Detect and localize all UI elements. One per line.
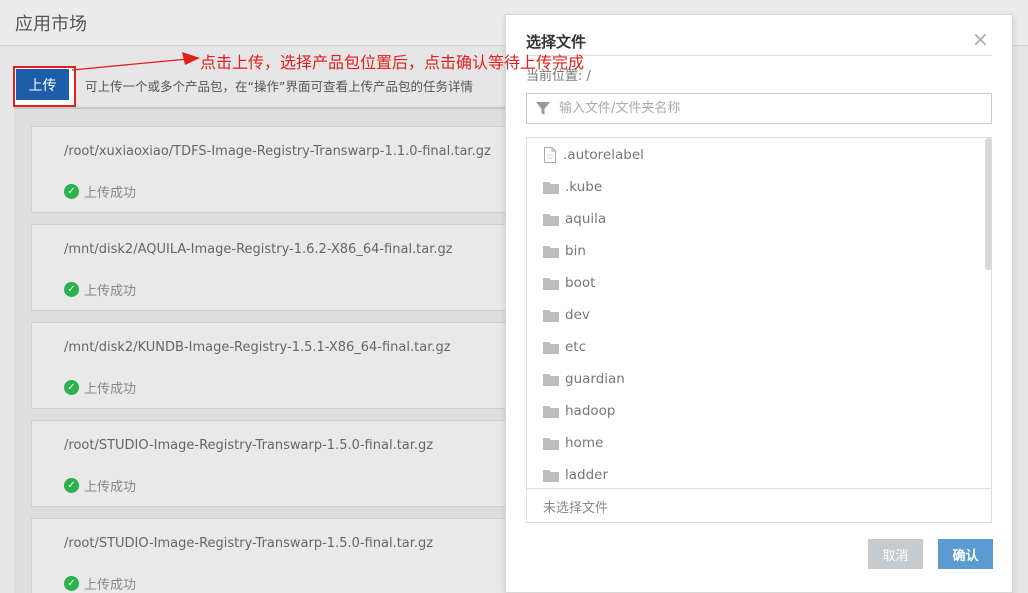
scrollbar-thumb[interactable]: [985, 138, 992, 270]
upload-status-label: 上传成功: [84, 284, 137, 299]
upload-card: /mnt/disk2/KUNDB-Image-Registry-1.5.1-X8…: [31, 322, 508, 409]
upload-button[interactable]: 上传: [16, 69, 69, 100]
filter-box: [526, 93, 992, 124]
file-item-bin[interactable]: bin: [543, 240, 586, 262]
file-item-aquila[interactable]: aquila: [543, 208, 606, 230]
selected-file-status: 未选择文件: [543, 501, 609, 516]
upload-card: /mnt/disk2/AQUILA-Image-Registry-1.6.2-X…: [31, 224, 508, 311]
folder-icon: [543, 214, 559, 226]
folder-icon: [543, 438, 559, 450]
dialog-header-divider: [526, 55, 992, 56]
file-item-boot[interactable]: boot: [543, 272, 595, 294]
upload-status: ✓ 上传成功: [64, 280, 136, 299]
file-name: dev: [565, 307, 590, 323]
file-item-autorelabel[interactable]: .autorelabel: [543, 144, 644, 166]
upload-path: /root/STUDIO-Image-Registry-Transwarp-1.…: [64, 536, 434, 551]
folder-icon: [543, 182, 559, 194]
file-item-hadoop[interactable]: hadoop: [543, 400, 616, 422]
folder-icon: [543, 278, 559, 290]
folder-icon: [543, 310, 559, 322]
file-name: .kube: [565, 179, 603, 195]
upload-status-label: 上传成功: [84, 480, 137, 495]
upload-status-label: 上传成功: [84, 186, 137, 201]
file-list: .autorelabel .kube aquila bin boot dev e…: [527, 138, 983, 488]
folder-icon: [543, 406, 559, 418]
file-icon: [544, 147, 556, 163]
check-circle-icon: ✓: [64, 478, 79, 493]
upload-card: /root/STUDIO-Image-Registry-Transwarp-1.…: [31, 420, 508, 507]
close-icon[interactable]: ×: [972, 29, 989, 49]
check-circle-icon: ✓: [64, 576, 79, 591]
upload-status-label: 上传成功: [84, 578, 137, 593]
page-title: 应用市场: [15, 14, 87, 35]
check-circle-icon: ✓: [64, 282, 79, 297]
annotation-text: 点击上传，选择产品包位置后，点击确认等待上传完成: [200, 53, 585, 72]
file-item-dev[interactable]: dev: [543, 304, 590, 326]
check-circle-icon: ✓: [64, 380, 79, 395]
upload-status: ✓ 上传成功: [64, 574, 136, 593]
file-name: boot: [565, 275, 596, 291]
folder-icon: [543, 342, 559, 354]
confirm-button[interactable]: 确认: [938, 539, 993, 569]
upload-status: ✓ 上传成功: [64, 378, 136, 397]
file-select-dialog: 选择文件 × 当前位置: / .autorelabel .kube: [505, 14, 1013, 593]
file-name: etc: [565, 339, 587, 355]
file-name: home: [565, 435, 604, 451]
filter-icon: [536, 102, 550, 115]
file-name: aquila: [565, 211, 607, 227]
file-item-guardian[interactable]: guardian: [543, 368, 625, 390]
file-item-ladder[interactable]: ladder: [543, 464, 608, 486]
folder-icon: [543, 246, 559, 258]
file-item-etc[interactable]: etc: [543, 336, 586, 358]
file-item-kube[interactable]: .kube: [543, 176, 602, 198]
file-name: guardian: [565, 371, 625, 387]
upload-status: ✓ 上传成功: [64, 476, 136, 495]
folder-icon: [543, 374, 559, 386]
upload-path: /root/STUDIO-Image-Registry-Transwarp-1.…: [64, 438, 434, 453]
file-item-home[interactable]: home: [543, 432, 603, 454]
upload-card: /root/xuxiaoxiao/TDFS-Image-Registry-Tra…: [31, 126, 508, 213]
file-name: hadoop: [565, 403, 616, 419]
file-name: .autorelabel: [563, 147, 644, 163]
folder-icon: [543, 470, 559, 482]
file-list-box: .autorelabel .kube aquila bin boot dev e…: [526, 137, 992, 523]
upload-status: ✓ 上传成功: [64, 182, 136, 201]
upload-path: /root/xuxiaoxiao/TDFS-Image-Registry-Tra…: [64, 144, 491, 159]
file-list-divider: [527, 488, 991, 489]
upload-path: /mnt/disk2/KUNDB-Image-Registry-1.5.1-X8…: [64, 340, 451, 355]
upload-status-label: 上传成功: [84, 382, 137, 397]
cancel-button[interactable]: 取消: [868, 539, 923, 569]
check-circle-icon: ✓: [64, 184, 79, 199]
filter-input[interactable]: [559, 98, 979, 119]
upload-card: /root/STUDIO-Image-Registry-Transwarp-1.…: [31, 518, 508, 593]
annotation-arrow-icon: [71, 52, 200, 71]
upload-path: /mnt/disk2/AQUILA-Image-Registry-1.6.2-X…: [64, 242, 453, 257]
file-name: ladder: [565, 467, 609, 483]
file-name: bin: [565, 243, 586, 259]
file-list-scrollbar[interactable]: [985, 138, 992, 488]
